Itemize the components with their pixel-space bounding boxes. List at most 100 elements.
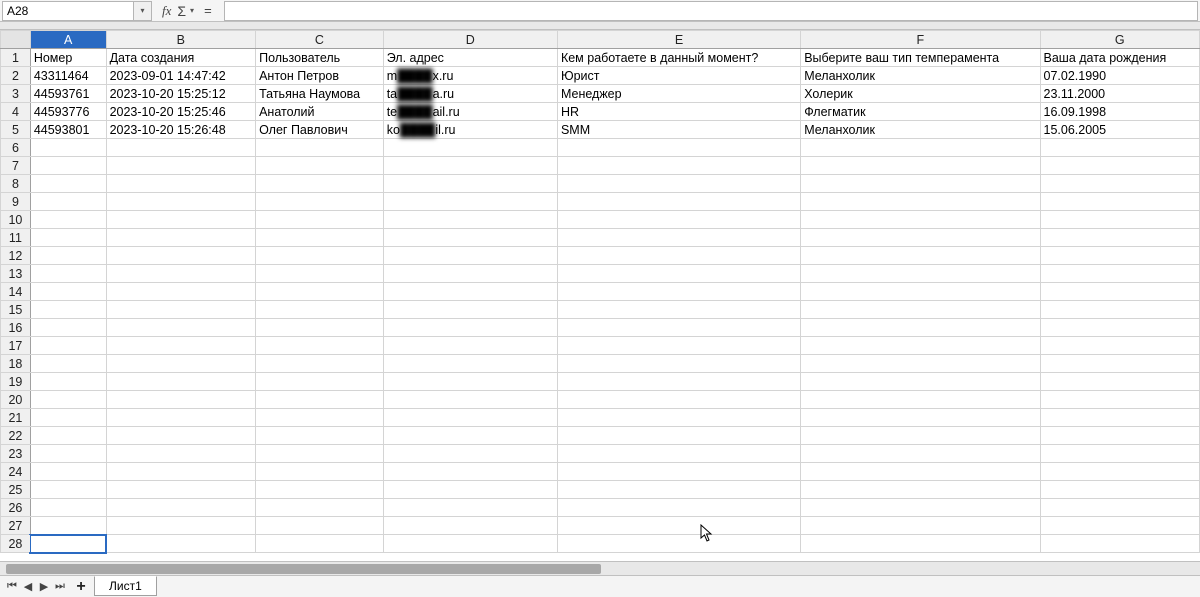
cell-A8[interactable]	[30, 175, 106, 193]
cell-B8[interactable]	[106, 175, 256, 193]
cell-B9[interactable]	[106, 193, 256, 211]
cell-G18[interactable]	[1040, 355, 1200, 373]
row-header[interactable]: 26	[1, 499, 31, 517]
cell-G12[interactable]	[1040, 247, 1200, 265]
cell-C8[interactable]	[256, 175, 384, 193]
cell-F15[interactable]	[801, 301, 1040, 319]
cell-F14[interactable]	[801, 283, 1040, 301]
cell-A3[interactable]: 44593761	[30, 85, 106, 103]
cell-E3[interactable]: Менеджер	[557, 85, 800, 103]
cell-C13[interactable]	[256, 265, 384, 283]
cell-E27[interactable]	[557, 517, 800, 535]
cell-G6[interactable]	[1040, 139, 1200, 157]
cell-A24[interactable]	[30, 463, 106, 481]
cell-G7[interactable]	[1040, 157, 1200, 175]
cell-C21[interactable]	[256, 409, 384, 427]
row-header[interactable]: 18	[1, 355, 31, 373]
cell-C25[interactable]	[256, 481, 384, 499]
sheet-tab-active[interactable]: Лист1	[94, 576, 157, 596]
row-header[interactable]: 5	[1, 121, 31, 139]
col-header-F[interactable]: F	[801, 31, 1040, 49]
cell-G25[interactable]	[1040, 481, 1200, 499]
cell-D22[interactable]	[383, 427, 557, 445]
cell-A1[interactable]: Номер	[30, 49, 106, 67]
cell-B2[interactable]: 2023-09-01 14:47:42	[106, 67, 256, 85]
cell-G28[interactable]	[1040, 535, 1200, 553]
cell-E14[interactable]	[557, 283, 800, 301]
cell-C9[interactable]	[256, 193, 384, 211]
cell-E12[interactable]	[557, 247, 800, 265]
cell-C26[interactable]	[256, 499, 384, 517]
cell-E22[interactable]	[557, 427, 800, 445]
cell-F20[interactable]	[801, 391, 1040, 409]
cell-G5[interactable]: 15.06.2005	[1040, 121, 1200, 139]
cell-C24[interactable]	[256, 463, 384, 481]
row-header[interactable]: 24	[1, 463, 31, 481]
row-header[interactable]: 10	[1, 211, 31, 229]
cell-F25[interactable]	[801, 481, 1040, 499]
cell-F10[interactable]	[801, 211, 1040, 229]
row-header[interactable]: 1	[1, 49, 31, 67]
cell-B3[interactable]: 2023-10-20 15:25:12	[106, 85, 256, 103]
cell-A21[interactable]	[30, 409, 106, 427]
row-header[interactable]: 20	[1, 391, 31, 409]
cell-F9[interactable]	[801, 193, 1040, 211]
cell-B15[interactable]	[106, 301, 256, 319]
cell-F22[interactable]	[801, 427, 1040, 445]
function-wizard-button[interactable]: fx	[158, 3, 175, 19]
cell-D23[interactable]	[383, 445, 557, 463]
cell-B25[interactable]	[106, 481, 256, 499]
spreadsheet-grid[interactable]: A B C D E F G 1НомерДата созданияПользов…	[0, 30, 1200, 561]
cell-B17[interactable]	[106, 337, 256, 355]
cell-A16[interactable]	[30, 319, 106, 337]
cell-F8[interactable]	[801, 175, 1040, 193]
cell-B14[interactable]	[106, 283, 256, 301]
cell-A14[interactable]	[30, 283, 106, 301]
cell-G14[interactable]	[1040, 283, 1200, 301]
cell-D28[interactable]	[383, 535, 557, 553]
add-sheet-button[interactable]: +	[72, 578, 90, 596]
cell-G9[interactable]	[1040, 193, 1200, 211]
row-header[interactable]: 17	[1, 337, 31, 355]
row-header[interactable]: 12	[1, 247, 31, 265]
cell-C23[interactable]	[256, 445, 384, 463]
equals-button[interactable]: =	[198, 3, 218, 18]
cell-C28[interactable]	[256, 535, 384, 553]
cell-E25[interactable]	[557, 481, 800, 499]
cell-D1[interactable]: Эл. адрес	[383, 49, 557, 67]
tab-nav-last[interactable]: ⏭	[52, 579, 68, 595]
cell-B26[interactable]	[106, 499, 256, 517]
cell-G17[interactable]	[1040, 337, 1200, 355]
cell-E28[interactable]	[557, 535, 800, 553]
cell-B6[interactable]	[106, 139, 256, 157]
cell-C4[interactable]: Анатолий	[256, 103, 384, 121]
cell-A12[interactable]	[30, 247, 106, 265]
cell-C7[interactable]	[256, 157, 384, 175]
name-box[interactable]: A28	[2, 1, 134, 21]
cell-A27[interactable]	[30, 517, 106, 535]
cell-D15[interactable]	[383, 301, 557, 319]
cell-F27[interactable]	[801, 517, 1040, 535]
cell-A22[interactable]	[30, 427, 106, 445]
cell-A10[interactable]	[30, 211, 106, 229]
cell-G22[interactable]	[1040, 427, 1200, 445]
cell-B12[interactable]	[106, 247, 256, 265]
row-header[interactable]: 14	[1, 283, 31, 301]
cell-D3[interactable]: ta████a.ru	[383, 85, 557, 103]
cell-D24[interactable]	[383, 463, 557, 481]
cell-B22[interactable]	[106, 427, 256, 445]
row-header[interactable]: 7	[1, 157, 31, 175]
cell-A15[interactable]	[30, 301, 106, 319]
cell-B23[interactable]	[106, 445, 256, 463]
cell-C15[interactable]	[256, 301, 384, 319]
cell-A13[interactable]	[30, 265, 106, 283]
cell-F6[interactable]	[801, 139, 1040, 157]
cell-E19[interactable]	[557, 373, 800, 391]
cell-D26[interactable]	[383, 499, 557, 517]
cell-A2[interactable]: 43311464	[30, 67, 106, 85]
cell-F4[interactable]: Флегматик	[801, 103, 1040, 121]
cell-B1[interactable]: Дата создания	[106, 49, 256, 67]
cell-C12[interactable]	[256, 247, 384, 265]
cell-A18[interactable]	[30, 355, 106, 373]
col-header-A[interactable]: A	[30, 31, 106, 49]
